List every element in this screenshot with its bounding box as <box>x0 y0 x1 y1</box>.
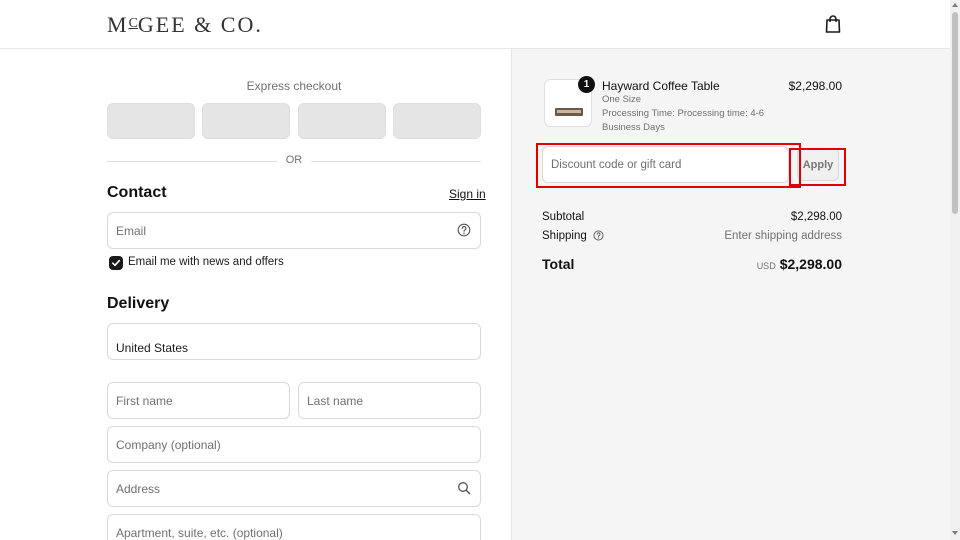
shipping-label: Shipping <box>542 230 587 242</box>
shipping-value: Enter shipping address <box>724 230 842 242</box>
scrollbar-thumb[interactable] <box>952 12 958 214</box>
express-pay-button-3[interactable] <box>298 103 386 139</box>
product-name: Hayward Coffee Table <box>602 79 720 93</box>
or-text: OR <box>285 154 303 166</box>
checkout-form: Express checkout OR Contact Sign in Emai… <box>0 49 511 540</box>
product-processing-time-cont: Business Days <box>602 122 665 133</box>
sign-in-link[interactable]: Sign in <box>449 187 486 201</box>
apply-discount-button[interactable]: Apply <box>797 148 839 181</box>
country-select[interactable]: United States <box>107 323 481 360</box>
country-value: United States <box>116 341 189 355</box>
apartment-input[interactable] <box>108 515 480 540</box>
express-pay-button-2[interactable] <box>202 103 290 139</box>
discount-field-wrapper <box>542 146 789 183</box>
express-pay-button-4[interactable] <box>393 103 481 139</box>
question-circle-icon[interactable] <box>457 223 471 237</box>
total-label: Total <box>542 256 575 272</box>
first-name-field-wrapper <box>107 382 290 419</box>
express-pay-button-1[interactable] <box>107 103 195 139</box>
check-icon <box>112 259 121 267</box>
last-name-input[interactable] <box>299 383 480 418</box>
store-logo[interactable]: MCGEE & CO. <box>107 12 263 38</box>
question-circle-icon[interactable] <box>593 230 604 241</box>
discount-code-input[interactable] <box>543 147 788 182</box>
express-checkout-label: Express checkout <box>246 79 342 93</box>
shipping-row: Shipping <box>542 230 604 242</box>
subtotal-value: $2,298.00 <box>790 211 842 223</box>
newsletter-label: Email me with news and offers <box>128 256 284 268</box>
first-name-input[interactable] <box>108 383 289 418</box>
contact-heading: Contact <box>107 184 167 201</box>
scroll-down-arrow[interactable] <box>952 531 958 535</box>
last-name-field-wrapper <box>298 382 481 419</box>
coffee-table-image-detail <box>557 110 581 113</box>
address-field-wrapper <box>107 470 481 507</box>
scroll-up-arrow[interactable] <box>952 3 958 7</box>
product-price: $2,298.00 <box>788 79 842 93</box>
product-variant: One Size <box>602 94 642 105</box>
order-summary: 1 Hayward Coffee Table One Size Processi… <box>511 49 950 540</box>
page-scrollbar[interactable] <box>950 0 960 540</box>
total-currency: USD <box>756 261 776 271</box>
delivery-heading: Delivery <box>107 295 170 312</box>
subtotal-label: Subtotal <box>542 211 585 223</box>
company-input[interactable] <box>108 427 480 462</box>
search-icon <box>458 482 471 495</box>
header: MCGEE & CO. <box>0 0 950 49</box>
newsletter-checkbox[interactable] <box>109 256 123 270</box>
total-value-row: USD $2,298.00 <box>692 256 842 274</box>
total-amount: $2,298.00 <box>779 256 842 272</box>
apartment-field-wrapper <box>107 514 481 540</box>
company-field-wrapper <box>107 426 481 463</box>
address-input[interactable] <box>108 471 480 506</box>
product-processing-time: Processing Time: Processing time: 4-6 <box>602 108 765 119</box>
quantity-badge: 1 <box>578 76 595 93</box>
or-divider: OR <box>107 153 481 169</box>
email-field-wrapper <box>107 212 481 249</box>
shopping-bag-icon[interactable] <box>824 14 842 34</box>
email-input[interactable] <box>108 213 480 248</box>
